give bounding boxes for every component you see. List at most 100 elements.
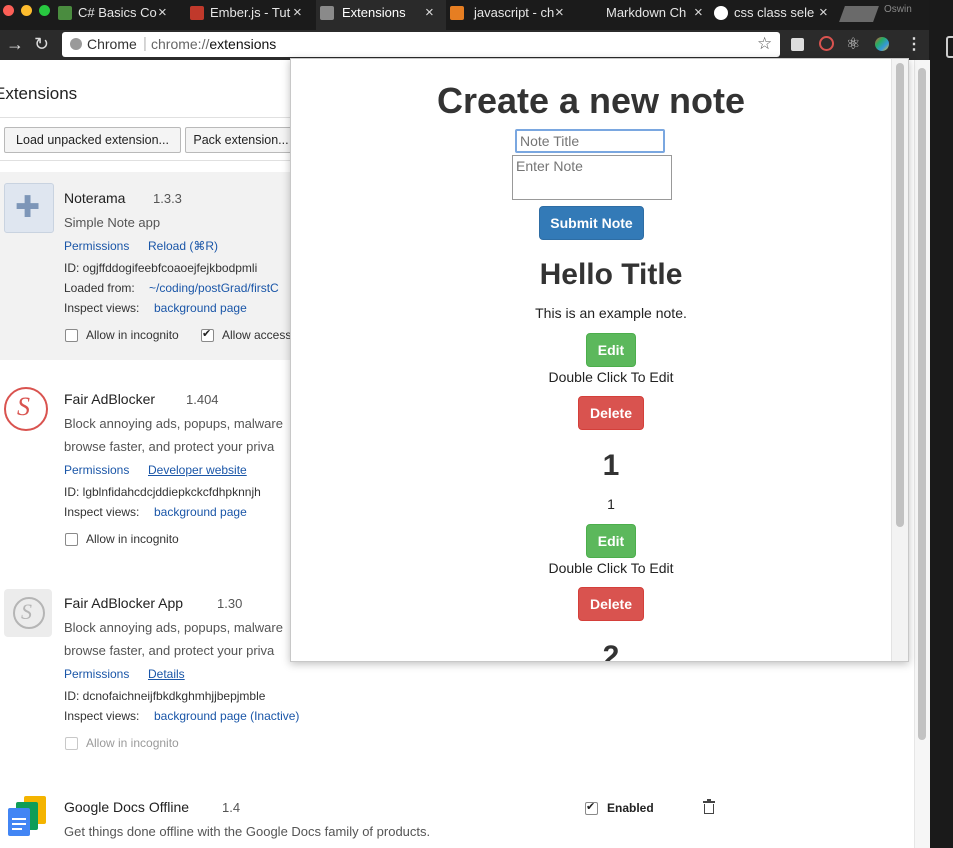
enabled-checkbox[interactable]	[585, 800, 598, 815]
tab-close-icon[interactable]: ×	[694, 0, 703, 26]
omnibox-separator: |	[143, 35, 147, 52]
trash-icon[interactable]	[703, 799, 715, 814]
note-title: 2	[602, 640, 620, 662]
tab-javascript[interactable]: javascript - ch ×	[450, 0, 575, 30]
tab-title: Markdown Ch	[606, 5, 687, 20]
page-scrollbar[interactable]	[914, 60, 930, 848]
tab-title: css class sele	[734, 5, 815, 20]
window-edge-icon	[946, 36, 953, 58]
google-docs-logo-icon	[6, 794, 50, 838]
popup-scrollbar-thumb[interactable]	[896, 63, 904, 527]
reload-icon[interactable]: ↻	[34, 34, 49, 55]
permissions-link[interactable]: Permissions	[64, 667, 129, 681]
tab-csharp-basics[interactable]: C# Basics Co ×	[58, 0, 188, 30]
bookmark-star-icon[interactable]: ☆	[757, 34, 772, 54]
developer-website-link[interactable]: Developer website	[148, 463, 247, 477]
tab-css-class[interactable]: css class sele ×	[714, 0, 840, 30]
allow-incognito-checkbox[interactable]	[65, 533, 78, 546]
tab-markdown[interactable]: Markdown Ch ×	[586, 0, 711, 30]
url-host: extensions	[209, 36, 277, 52]
tab-close-icon[interactable]: ×	[555, 0, 564, 26]
load-unpacked-button[interactable]: Load unpacked extension...	[4, 127, 181, 153]
reload-link[interactable]: Reload (⌘R)	[148, 239, 218, 253]
extension-version: 1.3.3	[153, 191, 182, 206]
omnibox-url: chrome://extensions	[151, 36, 276, 52]
extension-version: 1.404	[186, 392, 219, 407]
popup-scrollbar[interactable]	[891, 59, 908, 661]
noterama-popup: Create a new note Submit Note Hello Titl…	[290, 58, 909, 662]
profile-name[interactable]: Oswin	[884, 4, 912, 15]
extension-version: 1.30	[217, 596, 243, 611]
note-body: 1	[607, 496, 615, 512]
note-title-input[interactable]	[515, 129, 665, 153]
enabled-label: Enabled	[607, 801, 654, 815]
extension-description-line2: browse faster, and protect your priva	[64, 439, 275, 454]
allow-file-access-checkbox[interactable]	[201, 327, 214, 342]
note-title: 1	[602, 449, 620, 482]
forward-arrow-icon[interactable]: →	[6, 34, 24, 55]
inspect-views-label: Inspect views:	[64, 505, 140, 519]
tab-close-icon[interactable]: ×	[819, 0, 828, 26]
adjacent-window-edge	[929, 0, 953, 848]
double-click-hint: Double Click To Edit	[548, 560, 674, 576]
page-title: Extensions	[0, 84, 78, 103]
background-page-link[interactable]: background page	[154, 301, 247, 315]
tab-favicon-icon	[190, 6, 204, 20]
noterama-toolbar-icon[interactable]	[875, 37, 889, 51]
page-scrollbar-thumb[interactable]	[918, 68, 926, 740]
inspect-views-label: Inspect views:	[64, 709, 140, 723]
background-page-link[interactable]: background page	[154, 505, 247, 519]
omnibox-scheme: Chrome	[87, 36, 137, 52]
maximize-window-icon[interactable]	[39, 5, 50, 16]
toolbar-divider	[0, 160, 290, 161]
stackoverflow-icon	[450, 6, 464, 20]
pack-extension-button[interactable]: Pack extension...	[185, 127, 297, 153]
create-note-heading: Create a new note	[436, 80, 746, 121]
extension-description: Block annoying ads, popups, malware	[64, 620, 283, 635]
tab-close-icon[interactable]: ×	[158, 0, 167, 26]
tab-close-icon[interactable]: ×	[425, 0, 434, 26]
extension-id: ID: lgblnfidahcdcjddiepkckcfdhpknnjh	[64, 485, 261, 499]
note-title: Hello Title	[539, 258, 683, 291]
tab-close-icon[interactable]: ×	[293, 0, 302, 26]
extension-description-line2: browse faster, and protect your priva	[64, 643, 275, 658]
extension-description: Get things done offline with the Google …	[64, 824, 431, 839]
google-icon	[714, 6, 728, 20]
header-divider	[0, 117, 290, 118]
note-body-textarea[interactable]	[512, 155, 672, 200]
inspect-views-label: Inspect views:	[64, 301, 140, 315]
delete-note-button[interactable]: Delete	[578, 396, 644, 430]
extension-id: ID: ogjffddogifeebfcoaoejfejkbodpmli	[64, 261, 258, 275]
fair-adblocker-toolbar-icon[interactable]	[819, 36, 834, 51]
permissions-link[interactable]: Permissions	[64, 463, 129, 477]
double-click-hint: Double Click To Edit	[548, 369, 674, 385]
edit-note-button[interactable]: Edit	[586, 524, 636, 558]
loaded-from-label: Loaded from:	[64, 281, 135, 295]
extension-version: 1.4	[222, 800, 241, 815]
delete-note-button[interactable]: Delete	[578, 587, 644, 621]
edit-note-button[interactable]: Edit	[586, 333, 636, 367]
background-page-inactive-link[interactable]: background page (Inactive)	[154, 709, 299, 723]
close-window-icon[interactable]	[3, 5, 14, 16]
puzzle-piece-icon	[320, 6, 334, 20]
react-devtools-icon[interactable]: ⚛	[846, 34, 860, 54]
allow-access-label: Allow access	[222, 328, 290, 342]
tab-title: C# Basics Co	[78, 5, 157, 20]
details-link[interactable]: Details	[148, 667, 185, 681]
menu-kebab-icon[interactable]: ⋮	[906, 34, 922, 54]
allow-incognito-checkbox	[65, 737, 78, 750]
submit-note-button[interactable]: Submit Note	[539, 206, 644, 240]
new-tab-button[interactable]	[839, 6, 879, 22]
extension-id: ID: dcnofaichneijfbkdkghmhjjbepjmble	[64, 689, 266, 703]
minimize-window-icon[interactable]	[21, 5, 32, 16]
tab-favicon-icon	[58, 6, 72, 20]
extension-toolbar-icon[interactable]	[791, 38, 804, 51]
allow-incognito-checkbox[interactable]	[65, 329, 78, 342]
url-prefix: chrome://	[151, 36, 210, 52]
fair-adblocker-app-logo-icon: S	[4, 589, 52, 637]
tab-extensions[interactable]: Extensions ×	[316, 0, 446, 30]
loaded-from-path-link[interactable]: ~/coding/postGrad/firstC	[149, 281, 290, 295]
tab-emberjs[interactable]: Ember.js - Tut ×	[190, 0, 315, 30]
permissions-link[interactable]: Permissions	[64, 239, 129, 253]
address-bar[interactable]: Chrome | chrome://extensions ☆	[62, 32, 780, 57]
